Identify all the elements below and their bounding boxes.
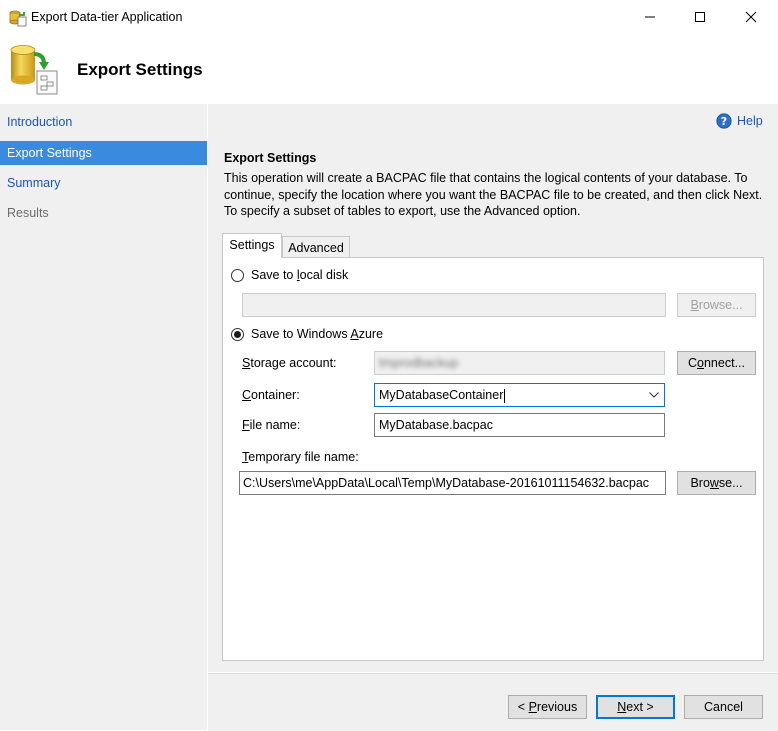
container-dropdown-arrow[interactable]: [644, 384, 664, 406]
previous-button[interactable]: < Previous: [508, 695, 587, 719]
close-button[interactable]: [727, 0, 775, 34]
tab-advanced[interactable]: Advanced: [282, 236, 350, 258]
maximize-icon: [695, 12, 705, 22]
storage-account-input: tmprodbackup: [374, 351, 665, 375]
container-value: MyDatabaseContainer: [379, 388, 504, 402]
temp-browse-button[interactable]: Browse...: [677, 471, 756, 495]
connect-button[interactable]: Connect...: [677, 351, 756, 375]
local-disk-radio-circle[interactable]: [231, 268, 244, 282]
wizard-steps-sidebar: Introduction Export Settings Summary Res…: [0, 104, 208, 730]
svg-text:?: ?: [721, 115, 727, 128]
minimize-button[interactable]: [626, 0, 674, 34]
database-export-icon: [10, 45, 58, 95]
sidebar-item-export-settings[interactable]: Export Settings: [0, 141, 207, 165]
close-icon: [745, 11, 757, 23]
file-name-label: File name:: [242, 418, 301, 432]
help-link[interactable]: ? Help: [716, 113, 763, 129]
window-title: Export Data-tier Application: [31, 10, 183, 24]
section-description: This operation will create a BACPAC file…: [224, 171, 763, 218]
title-bar: Export Data-tier Application: [0, 0, 778, 34]
wizard-header: Export Settings: [0, 34, 778, 104]
azure-radio-label: Save to Windows Azure: [251, 327, 384, 341]
next-button[interactable]: Next >: [596, 695, 675, 719]
sidebar-item-introduction[interactable]: Introduction: [0, 110, 207, 134]
container-combobox[interactable]: MyDatabaseContainer: [374, 383, 665, 407]
file-name-input[interactable]: MyDatabase.bacpac: [374, 413, 665, 437]
section-title: Export Settings: [224, 151, 317, 165]
container-label: Container:: [242, 388, 300, 402]
help-icon: ?: [716, 113, 732, 129]
chevron-down-icon: [649, 392, 659, 398]
cancel-button[interactable]: Cancel: [684, 695, 763, 719]
export-app-icon: [9, 10, 27, 27]
azure-radio[interactable]: Save to Windows Azure: [231, 327, 383, 341]
help-label: Help: [737, 114, 763, 128]
temp-file-name-label: Temporary file name:: [242, 450, 359, 464]
local-disk-radio[interactable]: Save to local disk: [231, 268, 348, 282]
maximize-button[interactable]: [676, 0, 724, 34]
sidebar-item-results: Results: [7, 206, 49, 220]
tab-settings[interactable]: Settings: [222, 233, 282, 258]
local-browse-button: Browse...: [677, 293, 756, 317]
storage-account-value: tmprodbackup: [379, 356, 459, 370]
page-title: Export Settings: [77, 60, 203, 79]
azure-radio-circle[interactable]: [231, 327, 244, 341]
temp-file-name-input[interactable]: C:\Users\me\AppData\Local\Temp\MyDatabas…: [239, 471, 666, 495]
minimize-icon: [645, 16, 655, 18]
sidebar-item-summary[interactable]: Summary: [0, 171, 207, 195]
local-disk-path-input: [242, 293, 666, 317]
storage-account-label: Storage account:: [242, 356, 337, 370]
local-disk-radio-label: Save to local disk: [251, 268, 349, 282]
